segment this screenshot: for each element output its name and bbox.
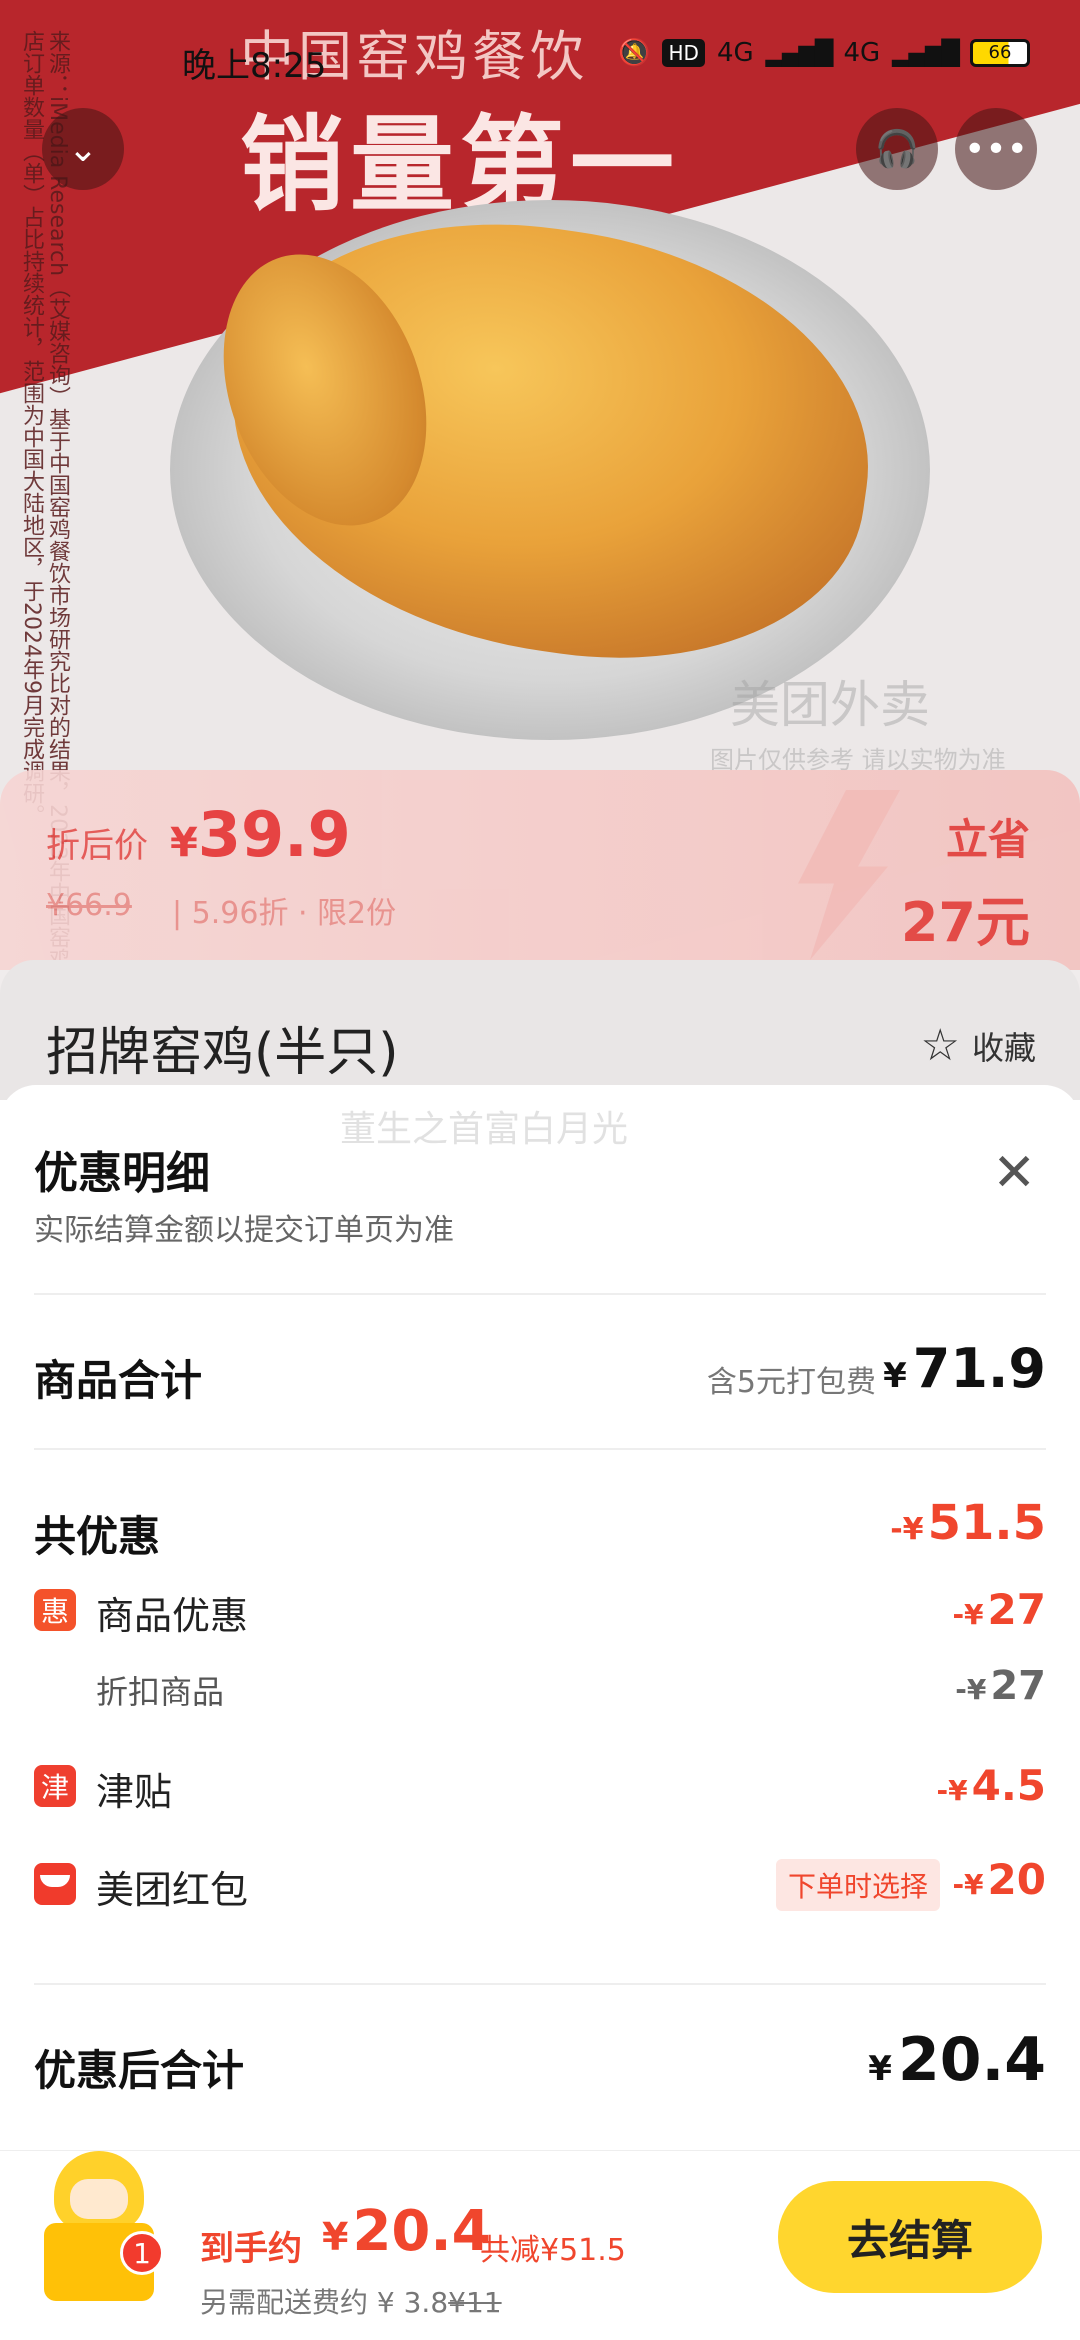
checkout-bar: 1 到手约 ¥20.4 共减¥51.5 另需配送费约 ¥ 3.8¥11 去结算 [0, 2150, 1080, 2340]
status-icons: 🔕 HD 4G ▂▄▆█ 4G ▂▄▆█ 66 [618, 38, 1030, 68]
product-discount-value: 27 [987, 1585, 1046, 1634]
yen-symbol: ¥ [883, 1356, 907, 1396]
star-icon: ☆ [920, 1020, 960, 1071]
battery-icon: 66 [970, 39, 1030, 67]
product-discount-label: 商品优惠 [96, 1594, 249, 1638]
allowance-label: 津贴 [96, 1770, 173, 1814]
minus-yen: -¥ [952, 1868, 984, 1901]
close-icon[interactable]: ✕ [992, 1147, 1036, 1199]
allowance-value: 4.5 [971, 1761, 1046, 1810]
save-label: 立省 [945, 815, 1030, 864]
favorite-label: 收藏 [971, 1028, 1036, 1067]
final-total-value: 20.4 [897, 2025, 1046, 2095]
total-discount-label: 共优惠 [34, 1512, 161, 1561]
delivery-fee-original: ¥11 [448, 2286, 502, 2319]
headset-icon: 🎧 [874, 129, 920, 170]
network-label-1: 4G [716, 38, 754, 68]
cart-count-badge: 1 [120, 2231, 164, 2275]
red-envelope-label: 美团红包 [96, 1868, 249, 1912]
delivery-fee: 另需配送费约 ¥ 3.8¥11 [200, 2281, 502, 2321]
divider [34, 1293, 1046, 1295]
subtotal-label: 商品合计 [34, 1356, 203, 1405]
collapse-button[interactable]: ⌄ [42, 108, 124, 190]
packing-fee-hint: 含5元打包费 [706, 1365, 876, 1400]
select-at-order-badge[interactable]: 下单时选择 [775, 1859, 940, 1911]
sheet-watermark: 董生之首富白月光 [340, 1109, 629, 1150]
save-amount: 27元 [900, 891, 1030, 954]
pay-label: 到手约 [200, 2229, 302, 2269]
red-envelope-amount: -¥20 [952, 1855, 1046, 1904]
discounted-item-amount: -¥ 27 [955, 1663, 1046, 1709]
sheet-subtitle: 实际结算金额以提交订单页为准 [34, 1213, 454, 1248]
current-price-value: 39.9 [197, 798, 351, 871]
final-total-label: 优惠后合计 [34, 2046, 245, 2095]
more-button[interactable]: ••• [955, 108, 1037, 190]
total-discount-amount: -¥51.5 [890, 1495, 1046, 1551]
cart-mascot-icon[interactable] [34, 2151, 164, 2301]
product-discount-amount: -¥27 [952, 1585, 1046, 1634]
chevron-down-icon: ⌄ [67, 128, 99, 170]
pay-amount: ¥20.4 [322, 2199, 491, 2264]
discount-info-text: 5.96折 · 限2份 [191, 896, 397, 931]
price-strip: 折后价 ¥39.9 ¥66.9 | 5.96折 · 限2份 立省 27元 [0, 770, 1080, 970]
minus-yen: -¥ [890, 1512, 924, 1547]
discounted-item-value: 27 [990, 1663, 1046, 1709]
red-envelope-icon [34, 1863, 76, 1905]
signal-icon: ▂▄▆█ [765, 39, 834, 67]
favorite-button[interactable]: ☆ 收藏 [921, 1020, 1036, 1071]
subtotal-value: 71.9 [912, 1337, 1046, 1400]
customer-service-button[interactable]: 🎧 [856, 108, 938, 190]
sheet-title: 优惠明细 [34, 1148, 210, 1199]
status-time: 晚上8:25 [182, 46, 327, 86]
red-envelope-value: 20 [987, 1855, 1046, 1904]
original-price: ¥66.9 [46, 888, 132, 923]
product-discount-tag: 惠 [34, 1589, 76, 1631]
subtotal-amount: ¥71.9 [883, 1337, 1046, 1400]
divider [34, 1448, 1046, 1450]
total-saving: 共减¥51.5 [480, 2233, 626, 2268]
minus-yen: -¥ [955, 1673, 987, 1706]
hd-icon: HD [662, 39, 705, 67]
lightning-icon [798, 790, 900, 960]
divider [34, 1983, 1046, 1985]
allowance-amount: -¥4.5 [936, 1761, 1046, 1810]
current-price: ¥39.9 [170, 798, 351, 871]
total-discount-value: 51.5 [927, 1495, 1046, 1551]
watermark-brand: 美团外卖 [730, 676, 930, 734]
minus-yen: -¥ [952, 1598, 984, 1631]
mascot-face [70, 2179, 128, 2219]
network-label-2: 4G [843, 38, 881, 68]
product-title: 招牌窑鸡(半只) [46, 1023, 399, 1083]
discounted-item-label: 折扣商品 [96, 1673, 225, 1711]
pay-amount-value: 20.4 [352, 2199, 491, 2264]
signal-icon: ▂▄▆█ [892, 39, 960, 67]
mute-icon: 🔕 [618, 38, 651, 68]
final-total-amount: ¥20.4 [868, 2025, 1046, 2095]
status-bar: 晚上8:25 🔕 HD 4G ▂▄▆█ 4G ▂▄▆█ 66 [0, 30, 1080, 90]
checkout-button[interactable]: 去结算 [778, 2181, 1042, 2293]
minus-yen: -¥ [936, 1774, 968, 1807]
allowance-tag: 津 [34, 1765, 76, 1807]
delivery-fee-text: 另需配送费约 ¥ 3.8 [200, 2286, 449, 2319]
yen-symbol: ¥ [322, 2215, 349, 2259]
product-title-band: 招牌窑鸡(半只) ☆ 收藏 [0, 960, 1080, 1100]
yen-symbol: ¥ [170, 820, 198, 866]
discount-info: | 5.96折 · 限2份 [172, 896, 397, 931]
price-label: 折后价 [46, 826, 148, 866]
yen-symbol: ¥ [868, 2049, 892, 2089]
more-dots-icon: ••• [964, 128, 1028, 170]
